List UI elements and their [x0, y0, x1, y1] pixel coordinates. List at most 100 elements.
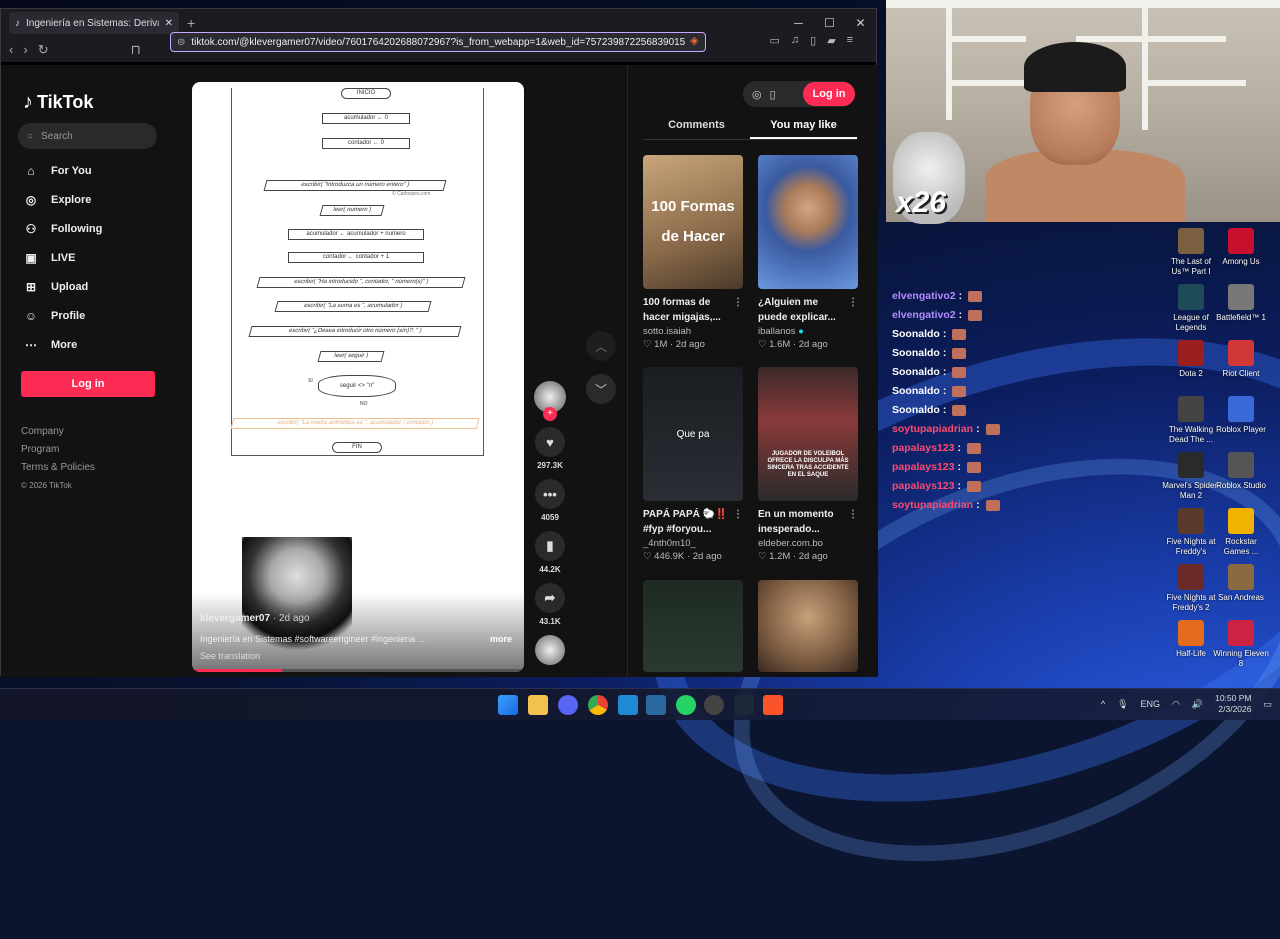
- desktop-icon[interactable]: Rockstar Games ...: [1212, 508, 1270, 557]
- chat-username[interactable]: Soonaldo: [892, 401, 940, 420]
- desktop-icon[interactable]: Winning Eleven 8: [1212, 620, 1270, 669]
- card-author[interactable]: sotto.isaiah: [643, 326, 743, 337]
- video-player[interactable]: INICIO acumulador ← 0 contador ← 0 escri…: [192, 82, 524, 672]
- card-author[interactable]: eldeber.com.bo: [758, 538, 858, 549]
- desktop-icon[interactable]: Roblox Studio: [1212, 452, 1270, 491]
- tab-you-may-like[interactable]: You may like: [750, 119, 857, 139]
- sidebar-item-upload[interactable]: ⊞ Upload: [23, 272, 173, 301]
- see-translation-link[interactable]: See translation: [200, 651, 260, 661]
- chevron-up-icon[interactable]: ^: [1101, 699, 1105, 709]
- recommended-card[interactable]: ¿Alguien me puede explicar... ⋮ iballanos…: [758, 155, 858, 350]
- recommended-card[interactable]: [643, 580, 743, 672]
- tab-comments[interactable]: Comments: [643, 119, 750, 139]
- chat-username[interactable]: papalays123: [892, 477, 954, 496]
- previous-video-button[interactable]: ︿: [586, 331, 616, 361]
- like-action[interactable]: ♥ 297.3K: [533, 427, 567, 470]
- desktop-icon[interactable]: Among Us: [1212, 228, 1270, 267]
- sidebar-icon[interactable]: ▯: [810, 34, 816, 47]
- new-tab-button[interactable]: +: [187, 15, 195, 31]
- app-icon[interactable]: [646, 695, 666, 715]
- desktop-icon[interactable]: Riot Client: [1212, 340, 1270, 379]
- search-input[interactable]: ○ Search: [18, 123, 157, 149]
- minimize-button[interactable]: ─: [783, 16, 814, 30]
- sidebar-item-following[interactable]: ⚇ Following: [23, 214, 173, 243]
- brave-shield-icon[interactable]: ◈: [690, 34, 698, 47]
- language-indicator[interactable]: ENG: [1141, 699, 1161, 709]
- caption-more-button[interactable]: more: [490, 634, 512, 644]
- card-more-icon[interactable]: ⋮: [848, 295, 858, 310]
- footer-link-terms[interactable]: Terms & Policies: [21, 459, 95, 477]
- chat-username[interactable]: soytupapiadrian: [892, 420, 973, 439]
- desktop-icon[interactable]: San Andreas: [1212, 564, 1270, 603]
- recommended-card[interactable]: Que pa PAPÁ PAPÁ 🐑‼️ #fyp #foryou... ⋮ _4…: [643, 367, 743, 562]
- browser-tab[interactable]: ♪ Ingeniería en Sistemas: Derivada ✕: [9, 12, 179, 34]
- music-disc[interactable]: [533, 635, 567, 669]
- menu-icon[interactable]: ≡: [847, 34, 853, 47]
- forward-button[interactable]: ›: [23, 42, 27, 57]
- clock[interactable]: 10:50 PM 2/3/2026: [1215, 693, 1251, 715]
- discord-icon[interactable]: [558, 695, 578, 715]
- tiktok-logo[interactable]: ♪ TikTok: [23, 91, 93, 114]
- site-settings-icon[interactable]: ⊜: [177, 37, 185, 48]
- wifi-icon[interactable]: ◠: [1172, 699, 1180, 710]
- footer-link-company[interactable]: Company: [21, 423, 95, 441]
- video-progress-bar[interactable]: [192, 669, 524, 672]
- sidebar-item-profile[interactable]: ☺ Profile: [23, 301, 173, 330]
- chat-username[interactable]: soytupapiadrian: [892, 496, 973, 515]
- whatsapp-icon[interactable]: [676, 695, 696, 715]
- next-video-button[interactable]: ﹀: [586, 374, 616, 404]
- save-action[interactable]: ▮ 44.2K: [533, 531, 567, 574]
- maximize-button[interactable]: ☐: [814, 16, 845, 30]
- login-button[interactable]: Log in: [803, 82, 855, 106]
- app-icon[interactable]: [704, 695, 724, 715]
- notifications-icon[interactable]: ▭: [1263, 699, 1272, 710]
- address-bar[interactable]: ⊜ tiktok.com/@klevergamer07/video/760176…: [170, 32, 706, 52]
- close-tab-icon[interactable]: ✕: [165, 18, 173, 29]
- music-icon[interactable]: ♫: [791, 34, 799, 47]
- chat-username[interactable]: Soonaldo: [892, 363, 940, 382]
- card-author[interactable]: iballanos ●: [758, 326, 858, 337]
- card-more-icon[interactable]: ⋮: [733, 295, 743, 310]
- bookmark-icon[interactable]: ⊓: [131, 42, 141, 58]
- sidebar-item-for-you[interactable]: ⌂ For You: [23, 156, 173, 185]
- recommended-card[interactable]: [758, 580, 858, 672]
- sidebar-item-more[interactable]: ⋯ More: [23, 330, 173, 359]
- phone-icon[interactable]: ▯: [770, 88, 776, 101]
- chat-username[interactable]: Soonaldo: [892, 344, 940, 363]
- microphone-icon[interactable]: 🎙: [1117, 699, 1128, 710]
- card-more-icon[interactable]: ⋮: [733, 507, 743, 522]
- steam-icon[interactable]: [734, 695, 754, 715]
- desktop-icon[interactable]: Roblox Player: [1212, 396, 1270, 435]
- start-button[interactable]: [498, 695, 518, 715]
- compass-icon[interactable]: ◎: [752, 88, 762, 101]
- card-more-icon[interactable]: ⋮: [848, 507, 858, 522]
- chat-username[interactable]: papalays123: [892, 458, 954, 477]
- sidebar-item-explore[interactable]: ◎ Explore: [23, 185, 173, 214]
- brave-icon[interactable]: [763, 695, 783, 715]
- share-action[interactable]: ➦ 43.1K: [533, 583, 567, 626]
- desktop-icon[interactable]: Battlefield™ 1: [1212, 284, 1270, 323]
- card-author[interactable]: _4nth0m10_: [643, 538, 743, 549]
- file-explorer-icon[interactable]: [528, 695, 548, 715]
- chrome-icon[interactable]: [588, 695, 608, 715]
- login-button-sidebar[interactable]: Log in: [21, 371, 155, 397]
- back-button[interactable]: ‹: [9, 42, 13, 57]
- video-author[interactable]: klevergamer07 · 2d ago: [200, 613, 310, 624]
- cast-icon[interactable]: ▭: [769, 34, 779, 47]
- sidebar-item-live[interactable]: ▣ LIVE: [23, 243, 173, 272]
- close-window-button[interactable]: ✕: [845, 16, 876, 30]
- chat-username[interactable]: elvengativo2: [892, 287, 956, 306]
- footer-link-program[interactable]: Program: [21, 441, 95, 459]
- chat-username[interactable]: elvengativo2: [892, 306, 956, 325]
- recommended-card[interactable]: JUGADOR DE VOLEIBOL OFRECE LA DISCULPA M…: [758, 367, 858, 562]
- follow-plus-icon[interactable]: +: [543, 407, 557, 421]
- recommended-card[interactable]: 100 Formas de Hacer 100 formas de hacer …: [643, 155, 743, 350]
- chat-username[interactable]: papalays123: [892, 439, 954, 458]
- vscode-icon[interactable]: [618, 695, 638, 715]
- comment-action[interactable]: ••• 4059: [533, 479, 567, 522]
- volume-icon[interactable]: 🔊: [1192, 699, 1203, 710]
- chat-username[interactable]: Soonaldo: [892, 382, 940, 401]
- reload-button[interactable]: ↻: [38, 42, 49, 58]
- wallet-icon[interactable]: ▰: [827, 34, 835, 47]
- chat-username[interactable]: Soonaldo: [892, 325, 940, 344]
